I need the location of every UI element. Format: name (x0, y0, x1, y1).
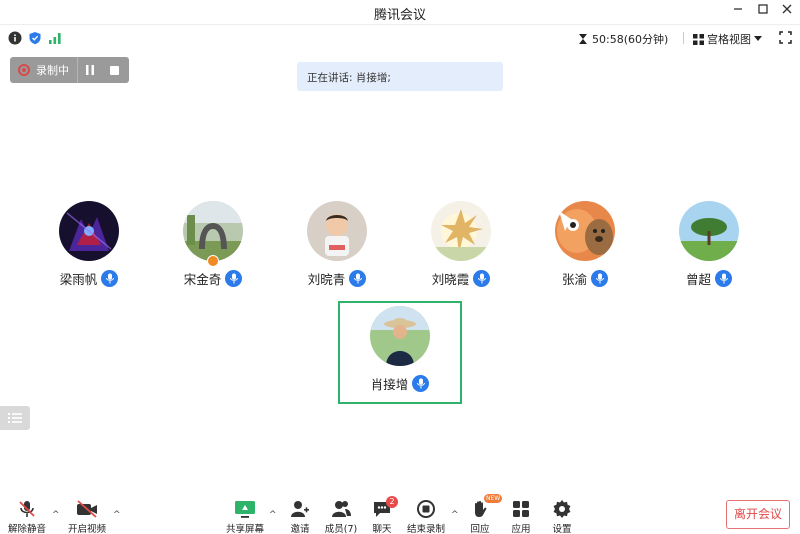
audio-options-chevron-icon[interactable]: ^ (52, 510, 60, 520)
minimize-icon[interactable] (729, 3, 747, 21)
microphone-icon (715, 270, 732, 287)
settings-label: 设置 (552, 524, 572, 534)
bottom-toolbar: 解除静音 ^ 开启视频 ^ 共享屏幕 ^ 邀请 成员(7) 2 聊天 结束录制 … (0, 490, 800, 534)
participant-tile[interactable]: 刘晥青 (277, 201, 397, 288)
hourglass-icon (579, 34, 587, 44)
participant-name: 宋金奇 (183, 272, 222, 287)
view-switcher[interactable]: 宫格视图 (693, 31, 762, 47)
share-screen-button[interactable]: 共享屏幕 (223, 498, 267, 534)
chevron-down-icon (754, 36, 762, 41)
microphone-icon (473, 270, 491, 287)
avatar (679, 201, 739, 261)
microphone-icon (412, 375, 430, 392)
divider (683, 32, 684, 44)
apps-grid-icon (513, 501, 529, 517)
security-shield-icon[interactable] (28, 31, 42, 45)
chat-unread-badge: 2 (386, 496, 398, 508)
chat-label: 聊天 (372, 524, 392, 534)
pause-recording-button[interactable] (78, 57, 102, 83)
camera-off-icon (77, 500, 97, 518)
participant-tile[interactable]: 宋金奇 (153, 201, 273, 288)
share-options-chevron-icon[interactable]: ^ (269, 510, 277, 520)
info-icon[interactable] (8, 31, 22, 45)
participant-name: 刘晓霞 (431, 272, 470, 287)
close-icon[interactable] (778, 3, 796, 21)
participant-tile-active[interactable]: 肖接增 (340, 306, 460, 393)
microphone-icon (591, 270, 608, 287)
apps-button[interactable]: 应用 (499, 498, 543, 534)
recording-indicator-icon (18, 64, 30, 76)
members-icon (332, 501, 351, 517)
window-title: 腾讯会议 (373, 8, 426, 23)
participant-name: 曾超 (685, 272, 711, 287)
microphone-icon (101, 270, 119, 287)
stop-icon (109, 65, 119, 75)
microphone-icon (225, 270, 243, 287)
member-list-toggle[interactable] (0, 406, 30, 430)
microphone-muted-icon (19, 501, 35, 517)
host-badge-icon (207, 255, 219, 267)
participant-name: 肖接增 (370, 377, 409, 392)
view-label: 宫格视图 (707, 33, 751, 46)
network-signal-icon[interactable] (48, 31, 62, 45)
unmute-button[interactable]: 解除静音 (5, 498, 49, 534)
meeting-info-bar: 50:58(60分钟) 宫格视图 (0, 26, 800, 50)
stop-recording-button[interactable] (102, 57, 126, 83)
chat-button[interactable]: 2 聊天 (360, 496, 404, 534)
apps-label: 应用 (511, 524, 531, 534)
list-icon (8, 413, 22, 423)
microphone-icon (349, 270, 367, 287)
end-recording-button[interactable]: 结束录制 (404, 498, 448, 534)
invite-label: 邀请 (290, 524, 310, 534)
avatar (307, 201, 367, 261)
recording-label: 录制中 (36, 64, 69, 77)
maximize-icon[interactable] (754, 3, 772, 21)
speaking-indicator: 正在讲话: 肖接增; (297, 62, 503, 91)
video-options-chevron-icon[interactable]: ^ (113, 510, 121, 520)
participant-name: 梁雨帆 (59, 272, 98, 287)
share-screen-label: 共享屏幕 (225, 524, 264, 534)
start-video-label: 开启视频 (67, 524, 106, 534)
start-video-button[interactable]: 开启视频 (65, 498, 109, 534)
participant-name: 张渝 (561, 272, 587, 287)
avatar (59, 201, 119, 261)
title-bar: 腾讯会议 (0, 0, 800, 25)
avatar (431, 201, 491, 261)
settings-button[interactable]: 设置 (540, 498, 584, 534)
participant-tile[interactable]: 梁雨帆 (29, 201, 149, 288)
stop-record-icon (417, 500, 435, 518)
avatar (555, 201, 615, 261)
participant-tile[interactable]: 张渝 (525, 201, 645, 288)
leave-meeting-button[interactable]: 离开会议 (726, 500, 790, 529)
participant-name: 刘晥青 (307, 272, 346, 287)
reactions-label: 回应 (470, 524, 490, 534)
avatar (370, 306, 430, 366)
recording-bar: 录制中 (10, 57, 129, 83)
members-button[interactable]: 成员(7) (319, 498, 363, 534)
pause-icon (86, 65, 94, 75)
end-recording-label: 结束录制 (406, 524, 445, 534)
avatar (183, 201, 243, 261)
participant-tile[interactable]: 曾超 (649, 201, 769, 288)
invite-icon (291, 501, 309, 517)
reactions-button[interactable]: NEW 回应 (458, 494, 503, 534)
fullscreen-icon[interactable] (779, 31, 793, 45)
invite-button[interactable]: 邀请 (278, 498, 322, 534)
meeting-timer: 50:58(60分钟) (578, 31, 668, 47)
unmute-label: 解除静音 (7, 524, 46, 534)
members-label: 成员(7) (324, 524, 358, 534)
timer-text: 50:58(60分钟) (592, 33, 669, 46)
grid-view-icon (693, 33, 704, 45)
gear-icon (553, 500, 571, 518)
share-screen-icon (235, 501, 255, 518)
participant-tile[interactable]: 刘晓霞 (401, 201, 521, 288)
